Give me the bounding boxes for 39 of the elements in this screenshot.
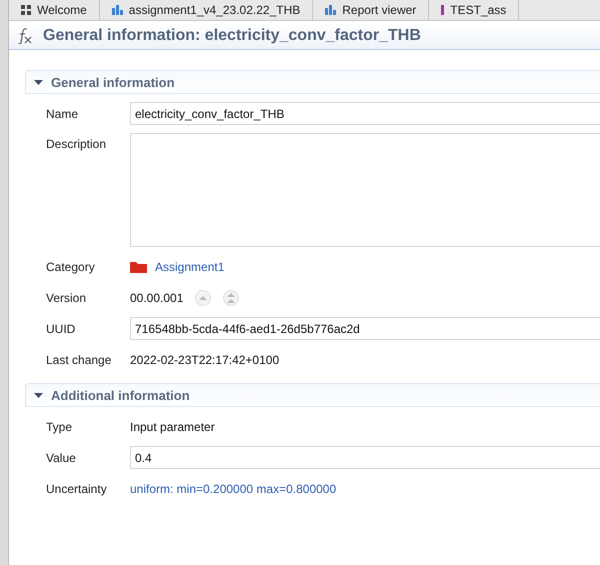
editor-tab[interactable]: Welcome [9, 0, 100, 20]
field-label: Version [46, 290, 88, 304]
function-icon [17, 28, 33, 44]
field-value: 00.00.001 [130, 290, 184, 304]
caret-icon[interactable] [34, 390, 43, 400]
bar-icon [441, 5, 444, 15]
grid-icon [21, 5, 31, 15]
field-label: Category [46, 260, 96, 274]
section-title: General information [51, 74, 175, 90]
section-header[interactable]: General information [25, 70, 600, 94]
folder-icon [130, 260, 147, 272]
field-value: 2022-02-23T22:17:42+0100 [130, 352, 280, 366]
field-value: Input parameter [130, 420, 216, 434]
field-label: Uncertainty [46, 482, 108, 496]
text-field[interactable]: electricity_conv_factor_THB [130, 102, 600, 125]
link[interactable]: uniform: min=0.200000 max=0.800000 [130, 482, 336, 496]
editor-tab[interactable]: Report viewer [313, 0, 430, 20]
field-label: UUID [46, 322, 76, 336]
double-up-arrow-icon [227, 292, 236, 302]
bar-chart-icon [325, 5, 336, 15]
editor-tab[interactable]: assignment1_v4_23.02.22_THB [100, 0, 314, 20]
text-field[interactable]: 0.4 [130, 446, 600, 469]
description-field[interactable] [130, 133, 600, 247]
field-label: Last change [46, 352, 112, 366]
caret-icon[interactable] [34, 78, 43, 86]
increment-button[interactable] [195, 290, 212, 306]
section-title: Additional information [51, 388, 190, 402]
field-label: Description [46, 136, 108, 151]
editor-title: General information: electricity_conv_factor_THB [43, 27, 421, 45]
section-header[interactable]: Additional information [25, 383, 600, 407]
field-label: Type [46, 420, 74, 434]
editor-tab[interactable]: TEST_ass [429, 0, 520, 20]
text-field[interactable]: 716548bb-5cda-44f6-aed1-26d5b776ac2d [130, 317, 600, 340]
bar-chart-icon [112, 5, 123, 15]
field-label: Value [46, 450, 77, 464]
field-label: Name [46, 106, 80, 120]
up-arrow-icon [199, 294, 208, 300]
link[interactable]: Assignment1 [155, 260, 224, 274]
major-increment-button[interactable] [223, 290, 240, 306]
